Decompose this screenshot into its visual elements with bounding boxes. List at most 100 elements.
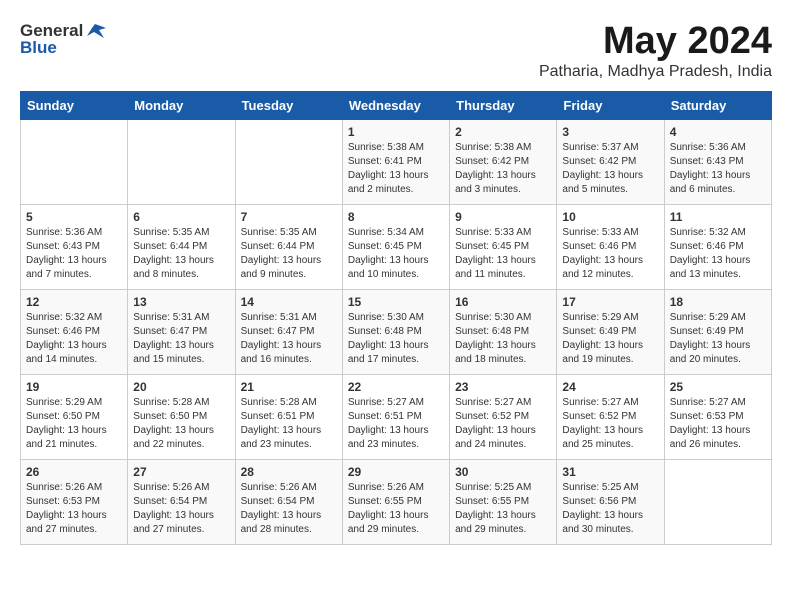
day-number: 30 xyxy=(455,465,551,479)
cell-info: Sunset: 6:45 PM xyxy=(455,240,551,254)
calendar-cell: 1Sunrise: 5:38 AMSunset: 6:41 PMDaylight… xyxy=(342,120,449,205)
cell-info: and 30 minutes. xyxy=(562,523,658,537)
cell-info: and 27 minutes. xyxy=(133,523,229,537)
cell-info: Sunrise: 5:29 AM xyxy=(26,396,122,410)
day-number: 16 xyxy=(455,295,551,309)
cell-info: Sunset: 6:50 PM xyxy=(133,410,229,424)
week-row-4: 19Sunrise: 5:29 AMSunset: 6:50 PMDayligh… xyxy=(21,375,772,460)
cell-info: Daylight: 13 hours xyxy=(241,509,337,523)
day-number: 10 xyxy=(562,210,658,224)
cell-info: and 15 minutes. xyxy=(133,353,229,367)
calendar-cell: 23Sunrise: 5:27 AMSunset: 6:52 PMDayligh… xyxy=(450,375,557,460)
cell-info: Sunset: 6:46 PM xyxy=(562,240,658,254)
cell-info: Sunset: 6:49 PM xyxy=(562,325,658,339)
calendar-cell: 11Sunrise: 5:32 AMSunset: 6:46 PMDayligh… xyxy=(664,205,771,290)
logo-blue: Blue xyxy=(20,38,57,58)
day-number: 19 xyxy=(26,380,122,394)
cell-info: Sunrise: 5:31 AM xyxy=(241,311,337,325)
cell-info: Sunset: 6:47 PM xyxy=(241,325,337,339)
cell-info: Daylight: 13 hours xyxy=(670,254,766,268)
cell-info: Sunrise: 5:36 AM xyxy=(670,141,766,155)
calendar-cell: 10Sunrise: 5:33 AMSunset: 6:46 PMDayligh… xyxy=(557,205,664,290)
calendar-cell: 29Sunrise: 5:26 AMSunset: 6:55 PMDayligh… xyxy=(342,460,449,545)
calendar-cell xyxy=(21,120,128,205)
day-number: 12 xyxy=(26,295,122,309)
cell-info: Sunset: 6:54 PM xyxy=(241,495,337,509)
cell-info: and 20 minutes. xyxy=(670,353,766,367)
cell-info: Daylight: 13 hours xyxy=(26,254,122,268)
calendar-cell: 24Sunrise: 5:27 AMSunset: 6:52 PMDayligh… xyxy=(557,375,664,460)
day-number: 6 xyxy=(133,210,229,224)
cell-info: and 26 minutes. xyxy=(670,438,766,452)
cell-info: Sunrise: 5:29 AM xyxy=(670,311,766,325)
cell-info: Sunset: 6:43 PM xyxy=(26,240,122,254)
cell-info: Daylight: 13 hours xyxy=(455,424,551,438)
col-header-friday: Friday xyxy=(557,92,664,120)
cell-info: and 25 minutes. xyxy=(562,438,658,452)
cell-info: Sunrise: 5:26 AM xyxy=(26,481,122,495)
cell-info: Sunrise: 5:34 AM xyxy=(348,226,444,240)
cell-info: Sunset: 6:44 PM xyxy=(133,240,229,254)
calendar-cell: 3Sunrise: 5:37 AMSunset: 6:42 PMDaylight… xyxy=(557,120,664,205)
day-number: 4 xyxy=(670,125,766,139)
cell-info: Daylight: 13 hours xyxy=(670,339,766,353)
calendar-cell: 21Sunrise: 5:28 AMSunset: 6:51 PMDayligh… xyxy=(235,375,342,460)
cell-info: Sunset: 6:41 PM xyxy=(348,155,444,169)
cell-info: Daylight: 13 hours xyxy=(241,424,337,438)
cell-info: Sunrise: 5:29 AM xyxy=(562,311,658,325)
calendar-cell: 14Sunrise: 5:31 AMSunset: 6:47 PMDayligh… xyxy=(235,290,342,375)
calendar-cell: 15Sunrise: 5:30 AMSunset: 6:48 PMDayligh… xyxy=(342,290,449,375)
cell-info: and 18 minutes. xyxy=(455,353,551,367)
cell-info: Daylight: 13 hours xyxy=(348,169,444,183)
cell-info: Daylight: 13 hours xyxy=(562,169,658,183)
cell-info: Sunset: 6:46 PM xyxy=(26,325,122,339)
cell-info: Sunrise: 5:36 AM xyxy=(26,226,122,240)
day-number: 21 xyxy=(241,380,337,394)
cell-info: and 11 minutes. xyxy=(455,268,551,282)
calendar-cell: 9Sunrise: 5:33 AMSunset: 6:45 PMDaylight… xyxy=(450,205,557,290)
cell-info: Sunrise: 5:30 AM xyxy=(455,311,551,325)
calendar-cell xyxy=(664,460,771,545)
cell-info: Sunrise: 5:26 AM xyxy=(241,481,337,495)
cell-info: Daylight: 13 hours xyxy=(562,424,658,438)
header: General Blue May 2024 Patharia, Madhya P… xyxy=(20,20,772,81)
cell-info: Daylight: 13 hours xyxy=(241,339,337,353)
cell-info: and 29 minutes. xyxy=(348,523,444,537)
cell-info: and 10 minutes. xyxy=(348,268,444,282)
day-number: 24 xyxy=(562,380,658,394)
calendar-cell: 19 Sunrise: 5:29 AMSunset: 6:50 PMDayligh… xyxy=(21,375,128,460)
week-row-5: 26Sunrise: 5:26 AMSunset: 6:53 PMDayligh… xyxy=(21,460,772,545)
calendar-cell: 31Sunrise: 5:25 AMSunset: 6:56 PMDayligh… xyxy=(557,460,664,545)
cell-info: Daylight: 13 hours xyxy=(241,254,337,268)
cell-info: Sunset: 6:46 PM xyxy=(670,240,766,254)
calendar-cell: 25Sunrise: 5:27 AMSunset: 6:53 PMDayligh… xyxy=(664,375,771,460)
cell-info: Sunset: 6:55 PM xyxy=(455,495,551,509)
cell-info: and 23 minutes. xyxy=(241,438,337,452)
cell-info: and 7 minutes. xyxy=(26,268,122,282)
cell-info: Daylight: 13 hours xyxy=(26,424,122,438)
cell-info: Sunset: 6:43 PM xyxy=(670,155,766,169)
day-number: 31 xyxy=(562,465,658,479)
cell-info: Daylight: 13 hours xyxy=(670,424,766,438)
title-area: May 2024 Patharia, Madhya Pradesh, India xyxy=(539,20,772,81)
cell-info: Sunrise: 5:27 AM xyxy=(455,396,551,410)
calendar-cell: 17Sunrise: 5:29 AMSunset: 6:49 PMDayligh… xyxy=(557,290,664,375)
day-number: 8 xyxy=(348,210,444,224)
cell-info: Sunset: 6:50 PM xyxy=(26,410,122,424)
cell-info: Daylight: 13 hours xyxy=(348,424,444,438)
cell-info: and 5 minutes. xyxy=(562,183,658,197)
cell-info: Sunset: 6:49 PM xyxy=(670,325,766,339)
cell-info: and 17 minutes. xyxy=(348,353,444,367)
day-number: 5 xyxy=(26,210,122,224)
cell-info: and 19 minutes. xyxy=(562,353,658,367)
day-number: 18 xyxy=(670,295,766,309)
cell-info: Sunrise: 5:27 AM xyxy=(562,396,658,410)
cell-info: Daylight: 13 hours xyxy=(133,424,229,438)
cell-info: Sunrise: 5:28 AM xyxy=(241,396,337,410)
day-number: 7 xyxy=(241,210,337,224)
cell-info: Daylight: 13 hours xyxy=(26,339,122,353)
cell-info: Sunrise: 5:26 AM xyxy=(348,481,444,495)
cell-info: Daylight: 13 hours xyxy=(348,254,444,268)
cell-info: Sunset: 6:48 PM xyxy=(348,325,444,339)
calendar-cell: 20Sunrise: 5:28 AMSunset: 6:50 PMDayligh… xyxy=(128,375,235,460)
